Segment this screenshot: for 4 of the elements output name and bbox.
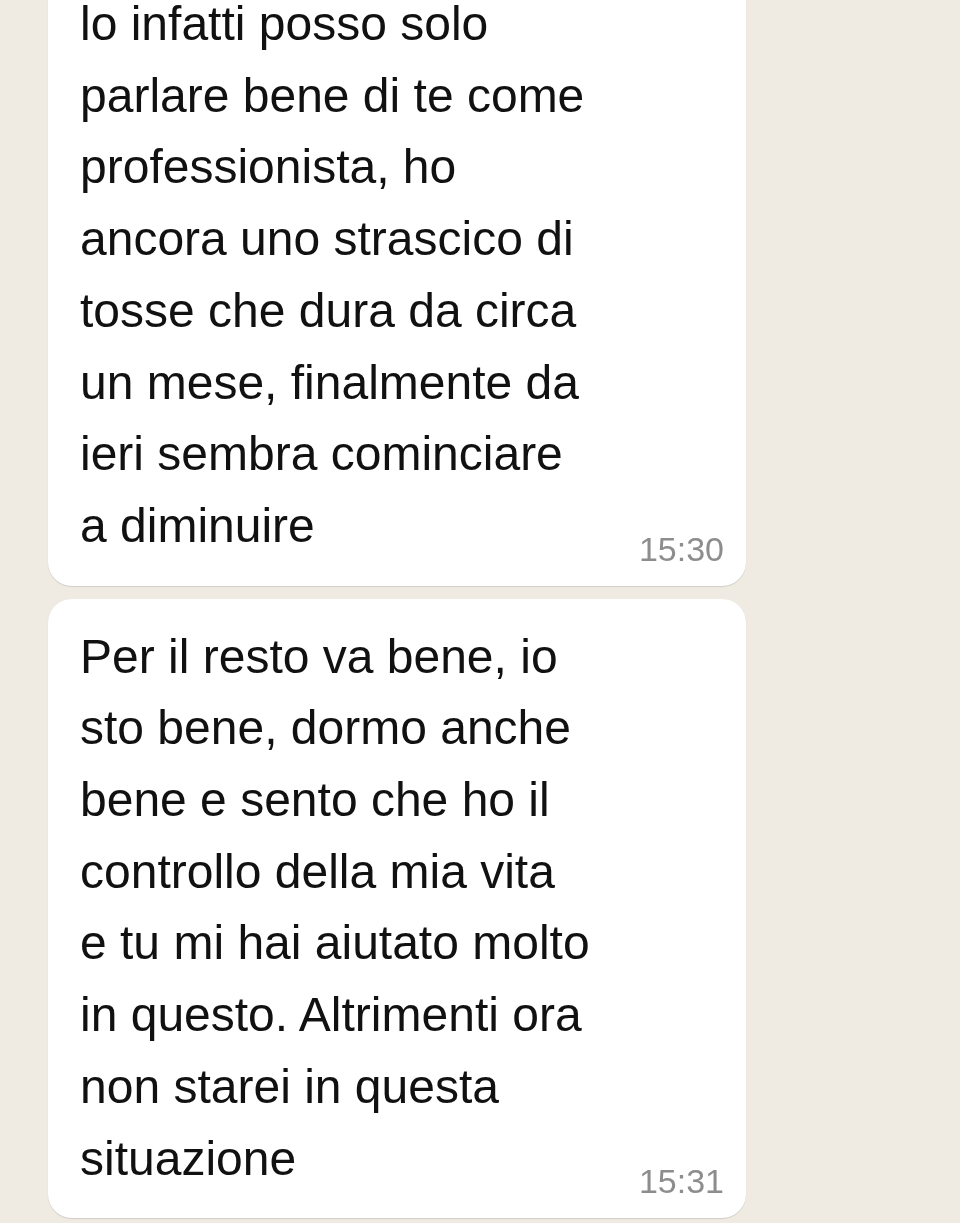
message-time: 15:31 bbox=[638, 1164, 724, 1199]
message-text: Per il resto va bene, io sto bene, dormo anche bene e sento che ho il controllo della mia vita e tu mi hai aiutato molto in questo. Altrimenti ora non starei in questa situazione bbox=[80, 628, 590, 1187]
message-text: lo infatti posso solo parlare bene di te come professionista, ho ancora uno strascico di tosse che dura da circa un mese, finalmente da ieri sembra cominciare a diminuire bbox=[80, 0, 585, 554]
message-time: 15:30 bbox=[638, 531, 724, 566]
